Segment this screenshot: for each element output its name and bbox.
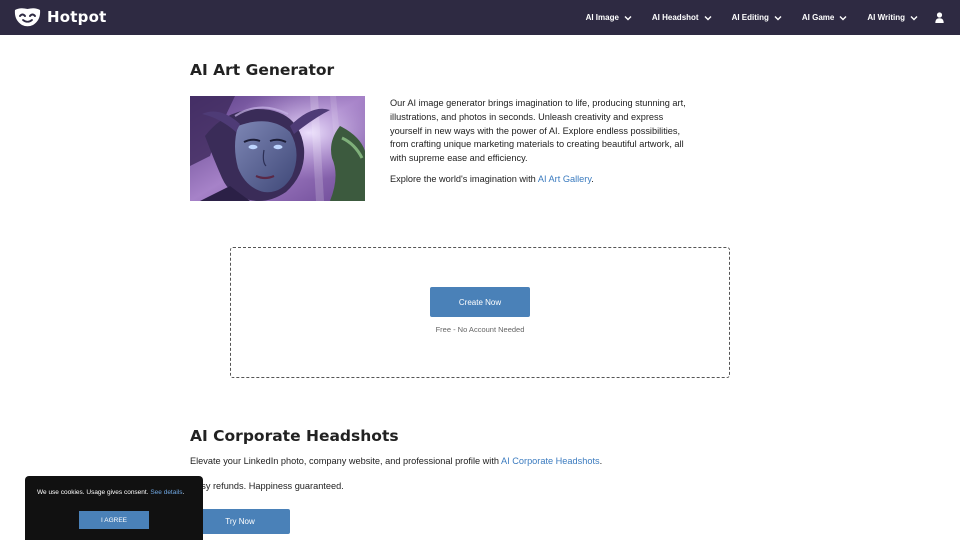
refund-text: Easy refunds. Happiness guaranteed. bbox=[190, 481, 344, 491]
nav-item-label: AI Game bbox=[801, 13, 835, 22]
headshots-description-prefix: Elevate your LinkedIn photo, company web… bbox=[190, 456, 502, 466]
free-note: Free - No Account Needed bbox=[435, 325, 525, 334]
chevron-down-icon bbox=[624, 15, 632, 20]
chevron-down-icon bbox=[910, 15, 918, 20]
headshots-title: AI Corporate Headshots bbox=[190, 427, 399, 445]
nav-item-ai-writing[interactable]: AI Writing bbox=[867, 13, 918, 22]
headshots-description: Elevate your LinkedIn photo, company web… bbox=[190, 456, 602, 466]
chevron-down-icon bbox=[774, 15, 782, 20]
user-icon[interactable] bbox=[935, 12, 944, 23]
cookie-message: We use cookies. Usage gives consent. bbox=[37, 489, 151, 496]
generator-description: Our AI image generator brings imaginatio… bbox=[390, 98, 686, 164]
cookie-text: We use cookies. Usage gives consent. See… bbox=[37, 489, 184, 496]
nav-item-ai-game[interactable]: AI Game bbox=[802, 13, 847, 22]
gallery-sentence-suffix: . bbox=[591, 174, 594, 184]
fantasy-elf-portrait-image bbox=[190, 96, 365, 201]
i-agree-button[interactable]: I AGREE bbox=[79, 511, 149, 529]
main-nav: AI Image AI Headshot AI Editing AI Game … bbox=[586, 0, 918, 35]
nav-item-ai-headshot[interactable]: AI Headshot bbox=[652, 13, 712, 22]
chevron-down-icon bbox=[704, 15, 712, 20]
nav-item-ai-editing[interactable]: AI Editing bbox=[732, 13, 782, 22]
page-title: AI Art Generator bbox=[190, 61, 335, 79]
see-details-link[interactable]: See details bbox=[150, 489, 182, 496]
ai-corporate-headshots-link[interactable]: AI Corporate Headshots bbox=[501, 456, 600, 466]
try-now-button[interactable]: Try Now bbox=[190, 509, 290, 534]
hotpot-logo-icon bbox=[14, 8, 41, 27]
cookie-consent-banner: We use cookies. Usage gives consent. See… bbox=[25, 476, 203, 540]
top-navigation-bar: Hotpot AI Image AI Headshot AI Editing A… bbox=[0, 0, 960, 35]
nav-item-label: AI Writing bbox=[867, 13, 905, 22]
headshots-description-suffix: . bbox=[599, 456, 603, 466]
hero-artwork-image bbox=[190, 96, 365, 201]
create-now-button[interactable]: Create Now bbox=[430, 287, 530, 317]
chevron-down-icon bbox=[839, 15, 847, 20]
nav-item-label: AI Editing bbox=[731, 13, 769, 22]
nav-item-label: AI Image bbox=[585, 13, 619, 22]
nav-item-label: AI Headshot bbox=[651, 13, 699, 22]
gallery-sentence: Explore the world's imagination with AI … bbox=[390, 174, 594, 184]
brand-logo[interactable]: Hotpot bbox=[14, 7, 106, 27]
brand-name: Hotpot bbox=[47, 8, 107, 26]
gallery-sentence-prefix: Explore the world's imagination with bbox=[390, 174, 538, 184]
cookie-link-suffix: . bbox=[182, 489, 185, 496]
ai-art-gallery-link[interactable]: AI Art Gallery bbox=[538, 174, 591, 184]
nav-item-ai-image[interactable]: AI Image bbox=[586, 13, 632, 22]
